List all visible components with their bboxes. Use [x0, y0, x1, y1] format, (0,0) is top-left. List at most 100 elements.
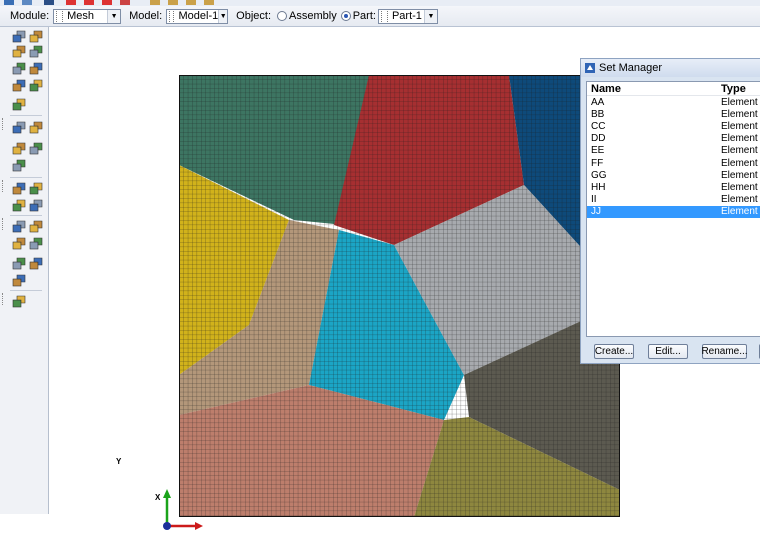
- toolbar-icon[interactable]: [204, 0, 214, 5]
- set-type: Element: [721, 96, 758, 108]
- toolbar-icon[interactable]: [102, 0, 112, 5]
- object-label: Object:: [236, 10, 272, 22]
- toolbox-separator: [10, 215, 42, 216]
- mesh-tool-icon[interactable]: [12, 45, 26, 58]
- set-row[interactable]: DD Element: [587, 133, 760, 145]
- set-name: BB: [591, 108, 605, 120]
- mesh-tool-icon[interactable]: [12, 142, 26, 155]
- part-value: Part-1: [391, 10, 422, 22]
- set-name: II: [591, 194, 597, 206]
- set-type: Element: [721, 157, 758, 169]
- mesh-plot[interactable]: [179, 75, 620, 517]
- mesh-tool-icon[interactable]: [12, 199, 26, 212]
- y-axis-arrowhead: [163, 489, 171, 498]
- mesh-tool-icon[interactable]: [12, 257, 26, 270]
- assembly-radio[interactable]: [277, 11, 288, 21]
- set-row[interactable]: EE Element: [587, 145, 760, 157]
- toolbox-separator: [10, 177, 42, 178]
- toolbar-icon[interactable]: [84, 0, 94, 5]
- set-name: DD: [591, 133, 606, 145]
- x-axis-label: X: [155, 493, 161, 502]
- toolbar-icon[interactable]: [186, 0, 196, 5]
- mesh-toolbox: [0, 27, 49, 514]
- mesh-tool-icon[interactable]: [29, 257, 43, 270]
- mesh-element-grid: [179, 75, 620, 517]
- set-type: Element: [721, 206, 758, 218]
- set-row[interactable]: GG Element: [587, 169, 760, 181]
- create-button[interactable]: Create...: [594, 344, 634, 359]
- mesh-tool-icon[interactable]: [29, 182, 43, 195]
- rename-button[interactable]: Rename...: [701, 344, 748, 359]
- set-name: FF: [591, 157, 604, 169]
- column-header-name[interactable]: Name: [587, 83, 721, 95]
- mesh-tool-icon[interactable]: [12, 79, 26, 92]
- part-radio[interactable]: [340, 11, 351, 21]
- set-row[interactable]: CC Element: [587, 120, 760, 132]
- toolbar-icon[interactable]: [168, 0, 178, 5]
- toolbox-separator: [10, 290, 42, 291]
- toolbar-icon[interactable]: [4, 0, 14, 5]
- toolbar-icon[interactable]: [120, 0, 130, 5]
- mesh-tool-icon[interactable]: [12, 159, 26, 172]
- model-value: Model-1: [178, 10, 219, 22]
- mesh-tool-icon[interactable]: [12, 295, 26, 308]
- module-value: Mesh: [67, 10, 95, 22]
- mesh-tool-icon[interactable]: [29, 199, 43, 212]
- toolbox-grip[interactable]: [2, 118, 6, 130]
- toolbox-grip[interactable]: [2, 218, 6, 230]
- context-bar: Module: Mesh ▼ Model: Model-1 ▼ Object: …: [0, 6, 760, 27]
- set-type: Element: [721, 181, 758, 193]
- mesh-tool-icon[interactable]: [29, 79, 43, 92]
- mesh-tool-icon[interactable]: [12, 121, 26, 134]
- mesh-tool-icon[interactable]: [12, 98, 26, 111]
- set-row[interactable]: II Element: [587, 194, 760, 206]
- mesh-tool-icon[interactable]: [29, 62, 43, 75]
- set-name: EE: [591, 145, 605, 157]
- column-header-type[interactable]: Type: [721, 83, 760, 95]
- mesh-tool-icon[interactable]: [29, 237, 43, 250]
- set-name: HH: [591, 181, 606, 193]
- set-type: Element: [721, 108, 758, 120]
- set-row[interactable]: AA Element: [587, 96, 760, 108]
- set-type: Element: [721, 133, 758, 145]
- edit-button[interactable]: Edit...: [648, 344, 688, 359]
- set-row[interactable]: JJ Element: [587, 205, 760, 218]
- chevron-down-icon[interactable]: ▼: [218, 9, 228, 23]
- toolbar-icon[interactable]: [150, 0, 160, 5]
- module-combo[interactable]: Mesh ▼: [53, 8, 122, 24]
- set-row[interactable]: FF Element: [587, 157, 760, 169]
- mesh-tool-icon[interactable]: [12, 237, 26, 250]
- set-name: CC: [591, 120, 606, 132]
- toolbar-icon[interactable]: [66, 0, 76, 5]
- set-manager-titlebar[interactable]: Set Manager: [581, 59, 760, 77]
- part-label: Part:: [352, 10, 376, 22]
- toolbar-icon[interactable]: [22, 0, 32, 5]
- mesh-tool-icon[interactable]: [12, 220, 26, 233]
- chevron-down-icon[interactable]: ▼: [107, 9, 121, 23]
- mesh-tool-icon[interactable]: [29, 220, 43, 233]
- mesh-tool-icon[interactable]: [12, 62, 26, 75]
- mesh-tool-icon[interactable]: [29, 142, 43, 155]
- chevron-down-icon[interactable]: ▼: [423, 9, 437, 23]
- mesh-tool-icon[interactable]: [29, 45, 43, 58]
- set-name: JJ: [591, 206, 601, 218]
- set-row[interactable]: HH Element: [587, 181, 760, 193]
- grip-icon: [380, 10, 388, 22]
- abaqus-logo-icon: [585, 63, 595, 73]
- part-combo[interactable]: Part-1 ▼: [377, 8, 438, 24]
- z-axis-marker: [163, 522, 171, 530]
- mesh-tool-icon[interactable]: [12, 182, 26, 195]
- model-combo[interactable]: Model-1 ▼: [166, 8, 229, 24]
- set-list[interactable]: Name Type AA Element BB Element CC Element DD E…: [586, 81, 760, 337]
- set-type: Element: [721, 145, 758, 157]
- mesh-tool-icon[interactable]: [29, 121, 43, 134]
- mesh-tool-icon[interactable]: [12, 30, 26, 43]
- set-row[interactable]: BB Element: [587, 108, 760, 120]
- toolbox-grip[interactable]: [2, 293, 6, 305]
- model-label: Model:: [129, 10, 163, 22]
- toolbar-icon[interactable]: [44, 0, 54, 5]
- toolbox-grip[interactable]: [2, 180, 6, 192]
- mesh-tool-icon[interactable]: [12, 274, 26, 287]
- mesh-tool-icon[interactable]: [29, 30, 43, 43]
- assembly-label: Assembly: [289, 10, 337, 22]
